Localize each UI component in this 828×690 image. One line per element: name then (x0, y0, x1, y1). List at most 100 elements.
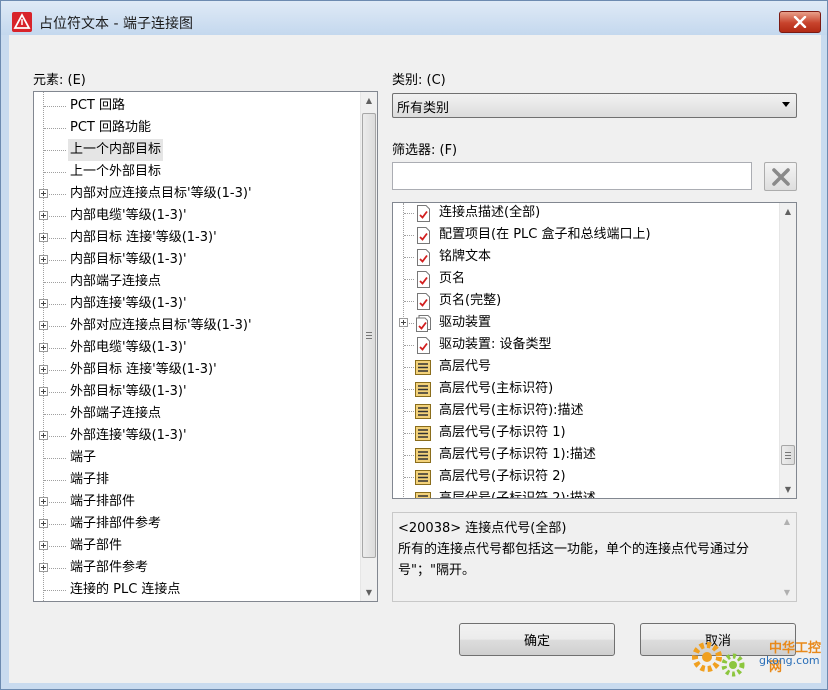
tree-item-label: 外部连接'等级(1-3)' (70, 428, 187, 443)
tree-item[interactable]: 端子部件 (34, 535, 360, 557)
tree-item[interactable]: 内部端子连接点 (34, 271, 360, 293)
property-item[interactable]: 驱动装置: 设备类型 (393, 334, 779, 356)
close-icon (793, 16, 807, 28)
chevron-down-icon (782, 102, 790, 107)
tree-item[interactable]: 内部目标 连接'等级(1-3)' (34, 227, 360, 249)
description-scrollbar[interactable]: ▲ ▼ (779, 513, 796, 601)
property-item[interactable]: 高层代号(子标识符 2):描述 (393, 488, 779, 499)
filter-input[interactable] (392, 162, 752, 190)
property-item-label: 铭牌文本 (439, 249, 492, 264)
tree-item-label: 端子部件 (70, 538, 123, 553)
tree-item-label: 外部端子连接点 (70, 406, 162, 421)
property-check-icon (417, 249, 430, 266)
tree-item[interactable]: PCT 回路功能 (34, 117, 360, 139)
properties-list[interactable]: 连接点描述(全部) 配置项目(在 PLC 盒子和总线端口上) 铭牌文本页名 页名(完整… (392, 202, 797, 499)
property-item[interactable]: 高层代号(子标识符 1) (393, 422, 779, 444)
properties-scroll-thumb[interactable] (781, 445, 795, 465)
tree-item[interactable]: 端子排 (34, 469, 360, 491)
tree-item[interactable]: 端子排部件参考 (34, 513, 360, 535)
tree-item-label: 外部电缆'等级(1-3)' (70, 340, 187, 355)
property-item-label: 连接点描述(全部) (439, 205, 541, 220)
expand-plus-icon[interactable] (39, 211, 48, 220)
scroll-down-arrow-icon[interactable]: ▼ (779, 584, 795, 601)
scroll-down-arrow-icon[interactable]: ▼ (361, 584, 377, 601)
tree-item-label: 外部对应连接点目标'等级(1-3)' (70, 318, 252, 333)
property-item-label: 驱动装置 (439, 315, 492, 330)
category-dropdown[interactable]: 所有类别 (392, 93, 797, 118)
property-item[interactable]: 高层代号 (393, 356, 779, 378)
property-item[interactable]: 页名(完整) (393, 290, 779, 312)
expand-plus-icon[interactable] (39, 189, 48, 198)
window-title: 占位符文本 - 端子连接图 (39, 16, 193, 32)
elements-scroll-thumb[interactable] (362, 113, 376, 558)
title-bar[interactable]: 占位符文本 - 端子连接图 (1, 1, 827, 35)
expand-plus-icon[interactable] (39, 299, 48, 308)
tree-item[interactable]: 外部连接'等级(1-3)' (34, 425, 360, 447)
property-item[interactable]: 配置项目(在 PLC 盒子和总线端口上) (393, 224, 779, 246)
close-button[interactable] (779, 11, 821, 33)
property-item[interactable]: 驱动装置 (393, 312, 779, 334)
tree-item-label: 内部电缆'等级(1-3)' (70, 208, 187, 223)
property-item[interactable]: 高层代号(子标识符 2) (393, 466, 779, 488)
ok-button[interactable]: 确定 (459, 623, 615, 656)
property-item[interactable]: 铭牌文本 (393, 246, 779, 268)
tree-item[interactable]: 外部目标'等级(1-3)' (34, 381, 360, 403)
elements-scrollbar[interactable]: ▲ ▼ (360, 92, 377, 601)
scroll-up-arrow-icon[interactable]: ▲ (779, 513, 795, 530)
property-item-label: 高层代号(主标识符) (439, 381, 554, 396)
tree-item[interactable]: 端子 (34, 447, 360, 469)
scroll-down-arrow-icon[interactable]: ▼ (780, 481, 796, 498)
scroll-up-arrow-icon[interactable]: ▲ (361, 92, 377, 109)
property-item[interactable]: 高层代号(子标识符 1):描述 (393, 444, 779, 466)
tree-item[interactable]: 上一个外部目标 (34, 161, 360, 183)
expand-plus-icon[interactable] (39, 563, 48, 572)
filter-clear-button[interactable] (764, 162, 797, 191)
tree-item[interactable]: 外部对应连接点目标'等级(1-3)' (34, 315, 360, 337)
expand-plus-icon[interactable] (399, 318, 408, 327)
tree-item[interactable]: 内部电缆'等级(1-3)' (34, 205, 360, 227)
expand-plus-icon[interactable] (39, 431, 48, 440)
tree-item-label: PCT 回路 (70, 98, 125, 113)
expand-plus-icon[interactable] (39, 255, 48, 264)
tree-item-label: 端子排部件参考 (70, 516, 162, 531)
property-item-label: 驱动装置: 设备类型 (439, 337, 552, 352)
tree-item-label: 端子排部件 (70, 494, 136, 509)
watermark-url: gkong.com (759, 654, 820, 667)
property-list-icon (415, 404, 431, 419)
expand-plus-icon[interactable] (39, 321, 48, 330)
tree-item-label: 端子排 (70, 472, 110, 487)
properties-scrollbar[interactable]: ▲ ▼ (779, 203, 796, 498)
tree-item-label: 内部端子连接点 (70, 274, 162, 289)
property-item[interactable]: 页名 (393, 268, 779, 290)
tree-item[interactable]: 外部端子连接点 (34, 403, 360, 425)
tree-item[interactable]: 外部电缆'等级(1-3)' (34, 337, 360, 359)
expand-plus-icon[interactable] (39, 387, 48, 396)
expand-plus-icon[interactable] (39, 343, 48, 352)
tree-item[interactable]: PCT 回路 (34, 95, 360, 117)
expand-plus-icon[interactable] (39, 365, 48, 374)
tree-item[interactable]: 内部对应连接点目标'等级(1-3)' (34, 183, 360, 205)
tree-item[interactable]: 内部连接'等级(1-3)' (34, 293, 360, 315)
tree-item[interactable]: 内部目标'等级(1-3)' (34, 249, 360, 271)
property-item-label: 高层代号(子标识符 1) (439, 425, 566, 440)
property-item[interactable]: 连接点描述(全部) (393, 203, 779, 224)
property-item-label: 高层代号(子标识符 2):描述 (439, 491, 596, 499)
scroll-up-arrow-icon[interactable]: ▲ (780, 203, 796, 220)
tree-item[interactable]: 连接的 PLC 连接点 (34, 579, 360, 601)
expand-plus-icon[interactable] (39, 497, 48, 506)
expand-plus-icon[interactable] (39, 233, 48, 242)
tree-item[interactable]: 外部目标 连接'等级(1-3)' (34, 359, 360, 381)
expand-plus-icon[interactable] (39, 541, 48, 550)
elements-tree[interactable]: PCT 回路 PCT 回路功能 上一个内部目标 上一个外部目标内部对应连接点目标'等级… (33, 91, 378, 602)
description-text: <20038> 连接点代号(全部) 所有的连接点代号都包括这一功能，单个的连接点… (398, 518, 778, 581)
expand-plus-icon[interactable] (39, 519, 48, 528)
tree-item[interactable]: 端子部件参考 (34, 557, 360, 579)
property-list-icon (415, 382, 431, 397)
tree-item-label: 连接的 PLC 连接点 (70, 582, 181, 597)
tree-item-label: 内部对应连接点目标'等级(1-3)' (70, 186, 252, 201)
tree-item[interactable]: 上一个内部目标 (34, 139, 360, 161)
description-box: <20038> 连接点代号(全部) 所有的连接点代号都包括这一功能，单个的连接点… (392, 512, 797, 602)
tree-item[interactable]: 端子排部件 (34, 491, 360, 513)
property-item[interactable]: 高层代号(主标识符):描述 (393, 400, 779, 422)
property-item[interactable]: 高层代号(主标识符) (393, 378, 779, 400)
